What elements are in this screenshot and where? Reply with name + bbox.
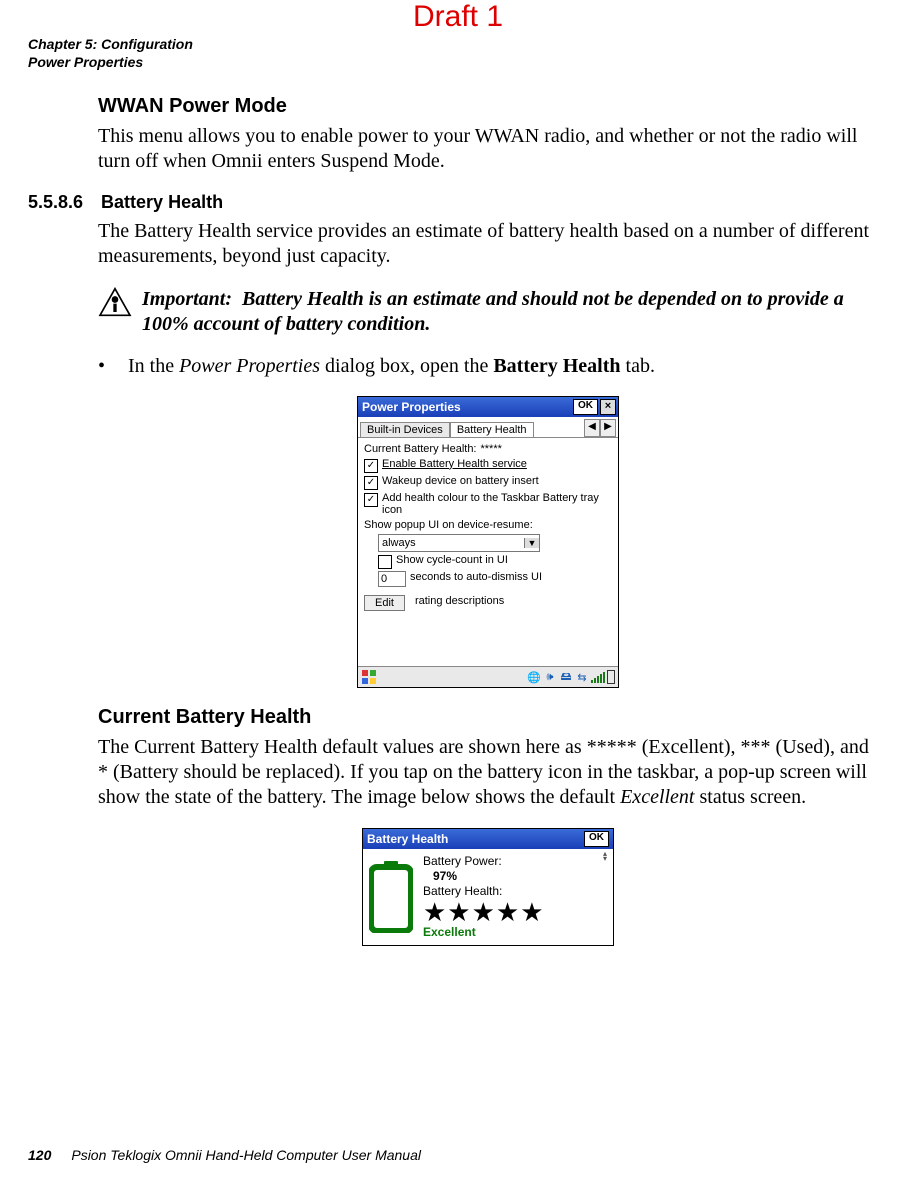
cbh-text-b: status screen. (695, 786, 807, 808)
tab-scroll: ◀ ▶ (584, 419, 616, 437)
section-number: 5.5.8.6 (28, 192, 83, 213)
checkbox-label: Wakeup device on battery insert (382, 475, 539, 488)
bullet-post: tab. (621, 355, 655, 377)
section-title: Battery Health (101, 192, 223, 213)
wwan-title: WWAN Power Mode (98, 95, 878, 118)
checkbox-cycle-count[interactable]: Show cycle-count in UI (378, 554, 612, 569)
edit-label: rating descriptions (415, 595, 504, 608)
panel-body: Current Battery Health: ***** ✓ Enable B… (358, 438, 618, 666)
important-label: Important: (142, 288, 232, 310)
battery-power-value: 97% (423, 869, 607, 883)
checkbox-taskbar-colour[interactable]: ✓ Add health colour to the Taskbar Batte… (364, 492, 612, 517)
ok-button[interactable]: OK (573, 399, 598, 415)
seconds-label: seconds to auto-dismiss UI (410, 571, 542, 584)
current-health-value: ***** (481, 443, 502, 456)
sound-icon[interactable]: 🕪 (543, 670, 557, 684)
checkbox-wakeup[interactable]: ✓ Wakeup device on battery insert (364, 475, 612, 490)
popup-label: Show popup UI on device-resume: (364, 519, 533, 532)
bullet-item: • In the Power Properties dialog box, op… (98, 355, 878, 378)
battery-tray-icon[interactable] (607, 670, 615, 684)
bh-body: Battery Power: 97% Battery Health: ★★★★★… (363, 849, 613, 945)
checkbox-label: Show cycle-count in UI (396, 554, 508, 567)
header-section: Power Properties (28, 54, 193, 72)
draft-watermark: Draft 1 (413, 0, 503, 34)
cbh-text-italic: Excellent (620, 786, 694, 808)
chevron-down-icon[interactable]: ▼ (524, 538, 539, 548)
bullet-mid: dialog box, open the (320, 355, 493, 377)
checkbox-label: Add health colour to the Taskbar Battery… (382, 492, 612, 517)
ok-button[interactable]: OK (584, 831, 609, 847)
page-footer: 120 Psion Teklogix Omnii Hand-Held Compu… (28, 1147, 421, 1163)
battery-health-window: Battery Health OK ▴▾ Battery Power: 97% … (362, 828, 614, 946)
window-title: Battery Health (367, 832, 584, 846)
important-body: Battery Health is an estimate and should… (142, 288, 844, 335)
checkbox-icon[interactable] (378, 555, 392, 569)
bullet-marker: • (98, 355, 110, 378)
seconds-input[interactable]: 0 (378, 571, 406, 587)
battery-power-label: Battery Power: (423, 854, 607, 868)
checkbox-icon[interactable]: ✓ (364, 459, 378, 473)
window-title: Power Properties (362, 400, 573, 414)
section-heading-row: 5.5.8.6 Battery Health (28, 192, 878, 213)
tab-battery-health[interactable]: Battery Health (450, 422, 534, 437)
battery-health-rating: Excellent (423, 925, 607, 939)
checkbox-enable-service[interactable]: ✓ Enable Battery Health service (364, 458, 612, 473)
bullet-bold: Battery Health (493, 355, 620, 377)
tab-scroll-left[interactable]: ◀ (584, 419, 600, 437)
checkbox-label: Enable Battery Health service (382, 458, 527, 471)
power-properties-window: Power Properties OK × Built-in Devices B… (357, 396, 619, 688)
popup-select-value: always (379, 537, 524, 549)
tab-strip: Built-in Devices Battery Health ◀ ▶ (358, 417, 618, 438)
battery-icon (369, 861, 413, 936)
checkbox-icon[interactable]: ✓ (364, 476, 378, 490)
battery-health-stars: ★★★★★ (423, 899, 607, 925)
titlebar: Power Properties OK × (358, 397, 618, 417)
important-text: Important: Battery Health is an estimate… (142, 287, 878, 337)
header-chapter: Chapter 5: Configuration (28, 36, 193, 54)
spinner-icon[interactable]: ▴▾ (603, 852, 607, 862)
tab-built-in-devices[interactable]: Built-in Devices (360, 422, 450, 437)
checkbox-icon[interactable]: ✓ (364, 493, 378, 507)
popup-select[interactable]: always ▼ (378, 534, 540, 552)
bh-right: Battery Power: 97% Battery Health: ★★★★★… (423, 853, 607, 939)
popup-label-row: Show popup UI on device-resume: (364, 519, 612, 532)
taskbar: 🌐 🕪 🖴 ⇆ (358, 666, 618, 687)
warning-icon (98, 287, 132, 322)
page-content: WWAN Power Mode This menu allows you to … (98, 95, 878, 946)
edit-row: Edit rating descriptions (364, 595, 612, 612)
wwan-paragraph: This menu allows you to enable power to … (98, 124, 878, 174)
battery-health-paragraph: The Battery Health service provides an e… (98, 219, 878, 269)
current-health-label: Current Battery Health: (364, 443, 477, 456)
page-number: 120 (28, 1147, 51, 1163)
current-battery-health-paragraph: The Current Battery Health default value… (98, 735, 878, 810)
card-icon[interactable]: 🖴 (559, 670, 573, 684)
bullet-pre: In the (128, 355, 179, 377)
titlebar: Battery Health OK (363, 829, 613, 849)
start-icon[interactable] (361, 669, 377, 685)
bullet-text: In the Power Properties dialog box, open… (128, 355, 655, 378)
globe-icon[interactable]: 🌐 (527, 670, 541, 684)
signal-icon[interactable] (591, 671, 605, 683)
edit-button[interactable]: Edit (364, 595, 405, 612)
auto-dismiss-row: 0 seconds to auto-dismiss UI (378, 571, 612, 587)
tab-scroll-right[interactable]: ▶ (600, 419, 616, 437)
page-header: Chapter 5: Configuration Power Propertie… (28, 36, 193, 71)
current-battery-health-title: Current Battery Health (98, 706, 878, 729)
important-note: Important: Battery Health is an estimate… (98, 287, 878, 337)
close-button[interactable]: × (600, 399, 616, 415)
network-icon[interactable]: ⇆ (575, 670, 589, 684)
footer-title: Psion Teklogix Omnii Hand-Held Computer … (71, 1147, 421, 1163)
battery-health-label: Battery Health: (423, 884, 607, 898)
bullet-italic: Power Properties (179, 355, 320, 377)
current-health-row: Current Battery Health: ***** (364, 443, 612, 456)
tray: 🌐 🕪 🖴 ⇆ (527, 670, 615, 684)
